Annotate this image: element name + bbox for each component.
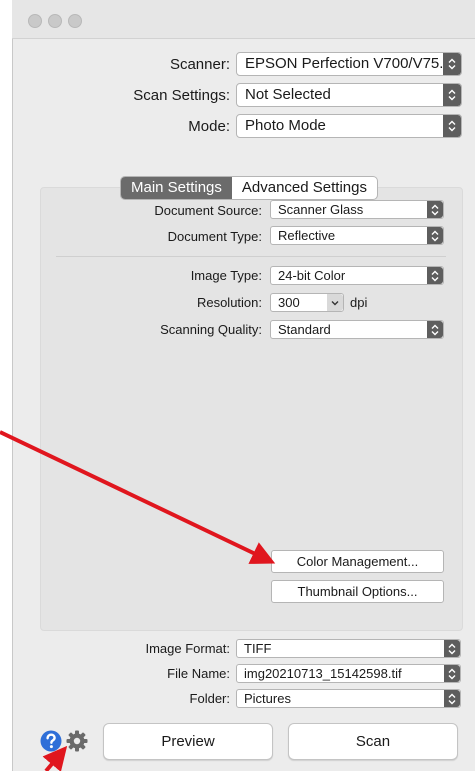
mode-select[interactable]: Photo Mode [236,114,462,138]
minimize-window-button[interactable] [48,14,62,28]
zoom-window-button[interactable] [68,14,82,28]
scanner-label: Scanner: [169,56,230,73]
image-format-select[interactable]: TIFF [236,639,461,658]
scanning-quality-select[interactable]: Standard [270,320,444,339]
chevron-updown-icon [444,690,460,707]
image-type-select[interactable]: 24-bit Color [270,266,444,285]
file-name-select[interactable]: img20210713_15142598.tif [236,664,461,683]
folder-value: Pictures [244,691,291,706]
chevron-updown-icon [427,201,443,218]
document-type-value: Reflective [278,228,336,243]
image-format-label: Image Format: [145,641,230,656]
thumbnail-options-button[interactable]: Thumbnail Options... [271,580,444,603]
chevron-updown-icon [443,53,461,75]
scan-settings-value: Not Selected [245,86,331,103]
mode-label: Mode: [188,118,230,135]
scanner-select[interactable]: EPSON Perfection V700/V75... [236,52,462,76]
document-source-label: Document Source: [154,203,262,218]
resolution-combobox[interactable]: 300 [270,293,344,312]
file-name-label: File Name: [167,666,230,681]
image-type-value: 24-bit Color [278,268,346,283]
file-name-value: img20210713_15142598.tif [244,666,402,681]
folder-select[interactable]: Pictures [236,689,461,708]
scanning-quality-value: Standard [278,322,331,337]
tab-advanced-settings[interactable]: Advanced Settings [232,177,377,199]
scan-button[interactable]: Scan [288,723,458,760]
chevron-updown-icon [443,115,461,137]
document-type-label: Document Type: [167,229,262,244]
scan-settings-select[interactable]: Not Selected [236,83,462,107]
document-source-value: Scanner Glass [278,202,364,217]
chevron-down-icon[interactable] [327,294,343,311]
mode-value: Photo Mode [245,117,326,134]
settings-tabs: Main Settings Advanced Settings [120,176,378,200]
preview-button[interactable]: Preview [103,723,273,760]
chevron-updown-icon [427,321,443,338]
question-circle-icon[interactable] [40,730,62,752]
image-format-value: TIFF [244,641,272,656]
document-source-select[interactable]: Scanner Glass [270,200,444,219]
resolution-value: 300 [278,295,300,310]
gear-icon[interactable] [66,730,88,752]
chevron-updown-icon [444,665,460,682]
resolution-unit: dpi [350,295,368,310]
close-window-button[interactable] [28,14,42,28]
folder-label: Folder: [189,691,230,706]
chevron-updown-icon [443,84,461,106]
chevron-updown-icon [444,640,460,657]
color-management-button[interactable]: Color Management... [271,550,444,573]
divider [56,256,446,257]
image-type-label: Image Type: [190,268,262,283]
chevron-updown-icon [427,267,443,284]
chevron-updown-icon [427,227,443,244]
document-type-select[interactable]: Reflective [270,226,444,245]
scanning-quality-label: Scanning Quality: [160,322,262,337]
resolution-label: Resolution: [196,295,262,310]
scanner-value: EPSON Perfection V700/V75... [245,55,452,72]
scan-settings-label: Scan Settings: [133,87,230,104]
tab-main-settings[interactable]: Main Settings [121,177,232,199]
